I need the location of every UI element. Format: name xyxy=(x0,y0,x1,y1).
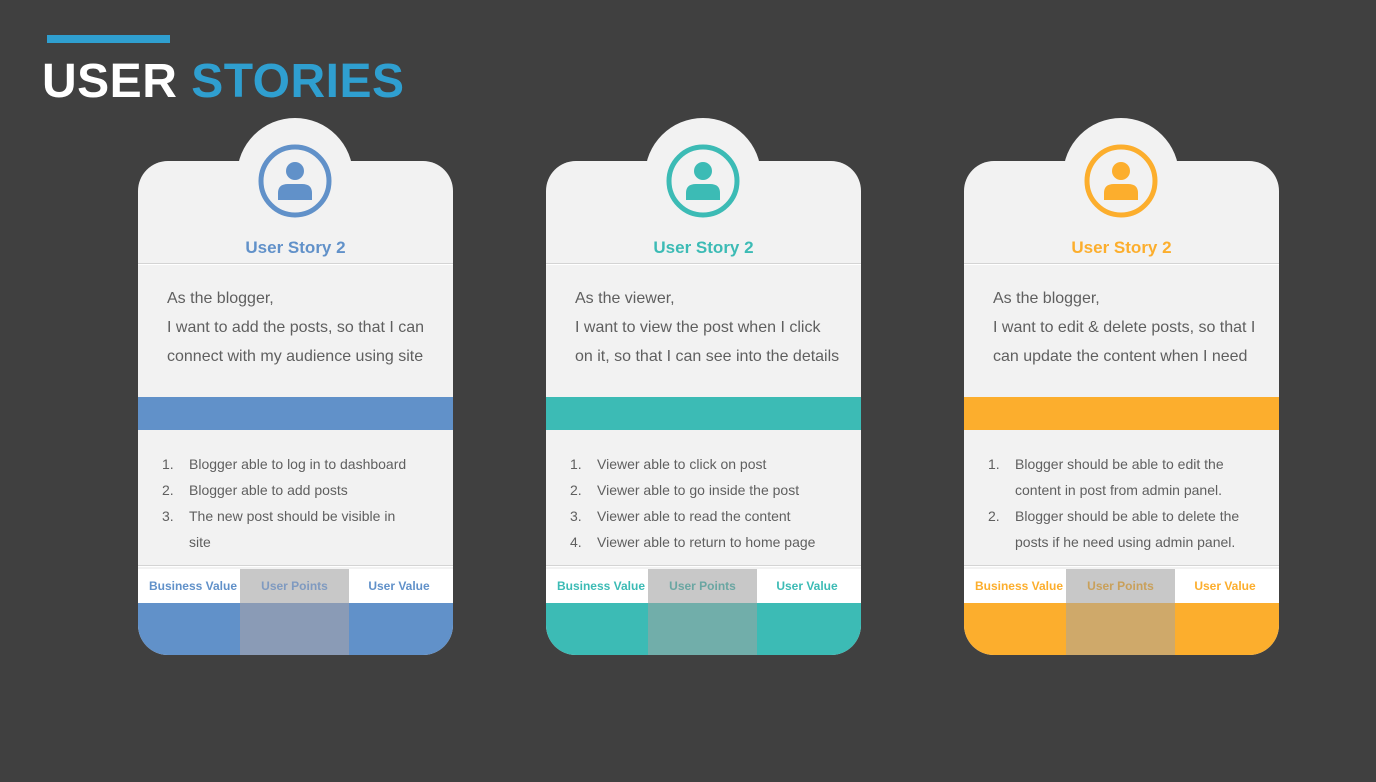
card-body: User Story 2 As the viewer, I want to vi… xyxy=(546,161,861,655)
story-title: User Story 2 xyxy=(245,238,346,257)
user-points-value-cell xyxy=(1066,603,1175,655)
user-icon xyxy=(258,144,332,218)
criteria-item: 3. The new post should be visible in sit… xyxy=(162,503,432,555)
divider xyxy=(138,263,453,265)
story-line: I want to add the posts, so that I can xyxy=(167,319,425,336)
criteria-item: 4. Viewer able to return to home page xyxy=(570,529,840,555)
criteria-item: 2. Blogger able to add posts xyxy=(162,477,432,503)
criteria-number: 2. xyxy=(988,508,1000,524)
user-value-label: User Value xyxy=(1194,579,1256,593)
criteria-text: Blogger should be able to edit the xyxy=(1015,456,1224,472)
story-line: connect with my audience using site xyxy=(167,348,424,365)
page-title-word-user: USER xyxy=(42,55,178,108)
divider xyxy=(546,263,861,265)
user-points-value-cell xyxy=(240,603,349,655)
criteria-text: content in post from admin panel. xyxy=(1015,482,1223,498)
story-statement: As the blogger, I want to edit & delete … xyxy=(993,284,1268,371)
metrics-value-row xyxy=(546,603,861,655)
metrics-header-row: Business Value User Points User Value xyxy=(138,569,453,603)
divider xyxy=(964,263,1279,265)
criteria-text: Viewer able to click on post xyxy=(597,456,767,472)
metrics-header-row: Business Value User Points User Value xyxy=(546,569,861,603)
user-points-label: User Points xyxy=(648,569,757,603)
criteria-item: 3. Viewer able to read the content xyxy=(570,503,840,529)
criteria-item: 2. Blogger should be able to delete the … xyxy=(988,503,1258,555)
story-line: can update the content when I need xyxy=(993,348,1248,365)
color-band xyxy=(546,397,861,430)
user-story-card-1: User Story 2 As the blogger, I want to a… xyxy=(138,118,453,658)
story-line: I want to edit & delete posts, so that I xyxy=(993,319,1256,336)
title-accent-bar xyxy=(47,35,170,43)
criteria-number: 2. xyxy=(162,482,174,498)
metrics-value-row xyxy=(964,603,1279,655)
card-body: User Story 2 As the blogger, I want to e… xyxy=(964,161,1279,655)
criteria-number: 1. xyxy=(988,456,1000,472)
criteria-text: site xyxy=(189,534,211,550)
divider xyxy=(964,565,1279,567)
story-title: User Story 2 xyxy=(653,238,754,257)
criteria-text: The new post should be visible in xyxy=(189,508,396,524)
user-icon xyxy=(1084,144,1158,218)
criteria-text: posts if he need using admin panel. xyxy=(1015,534,1236,550)
page-title-word-stories: STORIES xyxy=(191,55,405,108)
acceptance-criteria-list: 1. Blogger should be able to edit the co… xyxy=(988,451,1258,555)
criteria-item: 1. Blogger should be able to edit the co… xyxy=(988,451,1258,503)
divider xyxy=(138,565,453,567)
story-line: on it, so that I can see into the detail… xyxy=(575,348,840,365)
metrics-header-row: Business Value User Points User Value xyxy=(964,569,1279,603)
divider xyxy=(546,565,861,567)
user-value-label: User Value xyxy=(368,579,430,593)
criteria-text: Blogger able to add posts xyxy=(189,482,348,498)
user-value-label: User Value xyxy=(776,579,838,593)
criteria-number: 2. xyxy=(570,482,582,498)
story-statement: As the viewer, I want to view the post w… xyxy=(575,284,850,371)
criteria-item: 2. Viewer able to go inside the post xyxy=(570,477,840,503)
story-statement: As the blogger, I want to add the posts,… xyxy=(167,284,442,371)
criteria-text: Viewer able to read the content xyxy=(597,508,791,524)
card-body: User Story 2 As the blogger, I want to a… xyxy=(138,161,453,655)
business-value-label: Business Value xyxy=(556,579,646,593)
criteria-text: Blogger able to log in to dashboard xyxy=(189,456,407,472)
page-title: USER STORIES xyxy=(42,52,405,112)
criteria-item: 1. Viewer able to click on post xyxy=(570,451,840,477)
story-title: User Story 2 xyxy=(1071,238,1172,257)
criteria-number: 1. xyxy=(162,456,174,472)
user-points-value-cell xyxy=(648,603,757,655)
business-value-label: Business Value xyxy=(974,579,1064,593)
user-points-label: User Points xyxy=(240,569,349,603)
user-story-card-3: User Story 2 As the blogger, I want to e… xyxy=(964,118,1279,658)
criteria-text: Viewer able to return to home page xyxy=(597,534,816,550)
story-line: As the viewer, xyxy=(575,290,675,307)
story-line: I want to view the post when I click xyxy=(575,319,821,336)
criteria-text: Blogger should be able to delete the xyxy=(1015,508,1240,524)
criteria-text: Viewer able to go inside the post xyxy=(597,482,800,498)
criteria-number: 3. xyxy=(162,508,174,524)
user-points-label: User Points xyxy=(1066,569,1175,603)
acceptance-criteria-list: 1. Viewer able to click on post 2. Viewe… xyxy=(570,451,840,555)
story-line: As the blogger, xyxy=(993,290,1100,307)
story-line: As the blogger, xyxy=(167,290,274,307)
criteria-number: 1. xyxy=(570,456,582,472)
criteria-item: 1. Blogger able to log in to dashboard xyxy=(162,451,432,477)
criteria-number: 4. xyxy=(570,534,582,550)
criteria-number: 3. xyxy=(570,508,582,524)
color-band xyxy=(138,397,453,430)
business-value-label: Business Value xyxy=(148,579,238,593)
color-band xyxy=(964,397,1279,430)
user-story-card-2: User Story 2 As the viewer, I want to vi… xyxy=(546,118,861,658)
acceptance-criteria-list: 1. Blogger able to log in to dashboard 2… xyxy=(162,451,432,555)
metrics-value-row xyxy=(138,603,453,655)
user-icon xyxy=(666,144,740,218)
